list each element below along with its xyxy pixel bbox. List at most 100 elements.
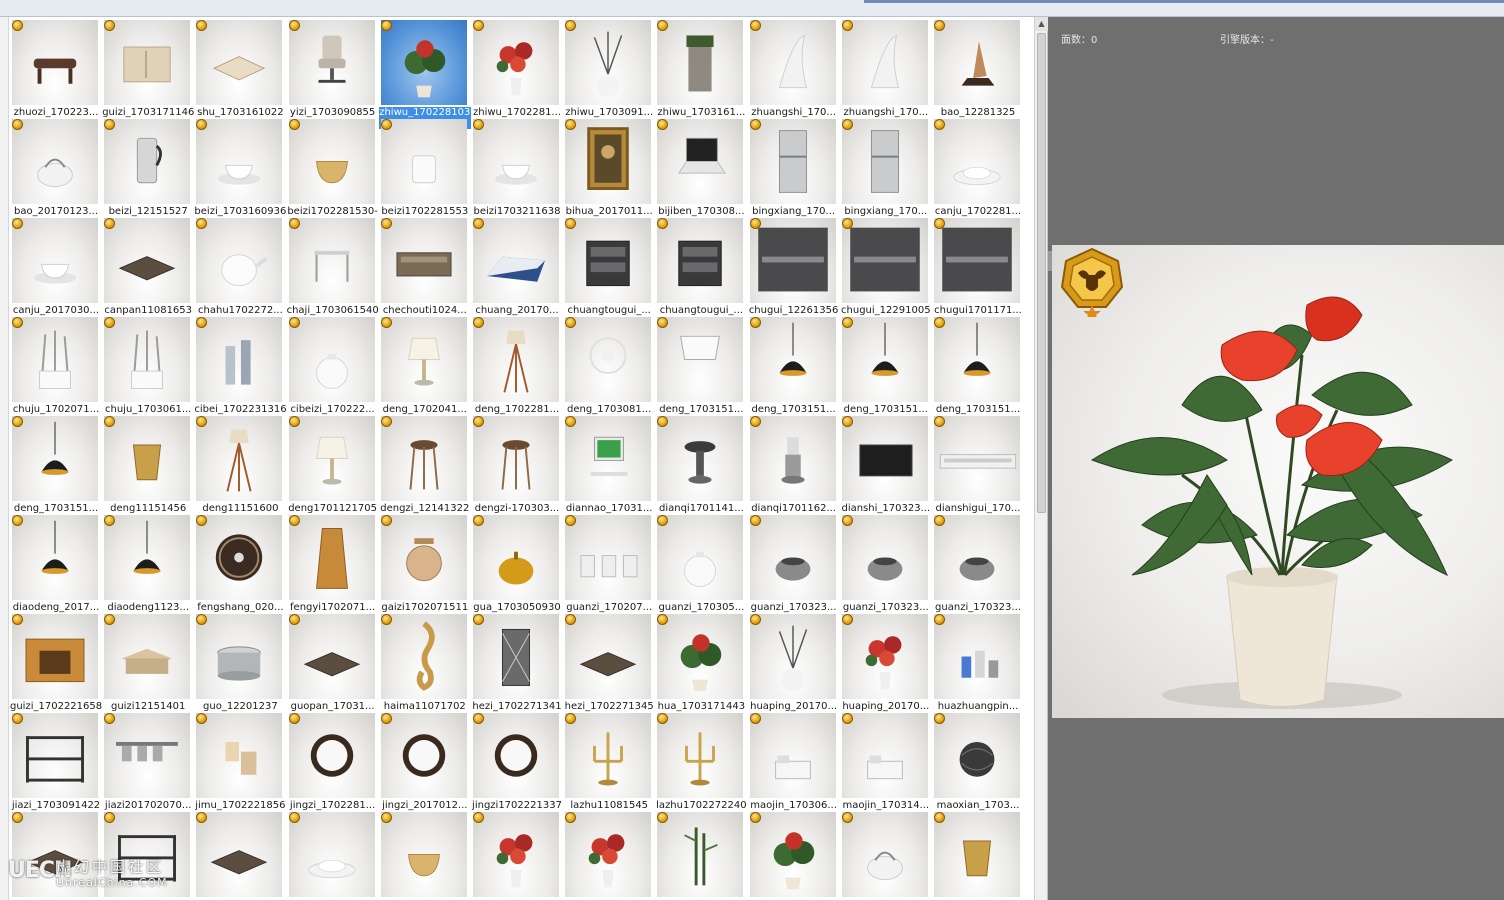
asset-tile[interactable]: yizi_1703090855 xyxy=(287,18,379,118)
asset-thumbnail[interactable] xyxy=(380,317,467,402)
asset-thumbnail[interactable] xyxy=(657,812,744,897)
asset-thumbnail[interactable] xyxy=(12,515,98,600)
asset-tile[interactable]: zhuangshi_170... xyxy=(840,18,932,118)
asset-thumbnail[interactable] xyxy=(657,20,744,105)
asset-thumbnail[interactable] xyxy=(841,317,928,402)
asset-tile[interactable]: zhiwu_1703091... xyxy=(563,18,655,118)
asset-tile[interactable]: guanzi_170323... xyxy=(840,513,932,613)
asset-thumbnail[interactable] xyxy=(473,20,559,105)
asset-tile[interactable]: zhuozi_170223... xyxy=(10,18,102,118)
asset-thumbnail[interactable] xyxy=(841,713,928,798)
asset-tile[interactable]: cibei_1702231316 xyxy=(194,315,286,415)
asset-tile[interactable]: deng_1703151... xyxy=(10,414,102,514)
asset-tile[interactable]: jiazi201702070... xyxy=(102,711,194,811)
asset-tile[interactable]: dengzi-170303... xyxy=(471,414,563,514)
asset-thumbnail[interactable] xyxy=(380,713,467,798)
asset-thumbnail[interactable] xyxy=(473,614,559,699)
asset-thumbnail[interactable] xyxy=(104,119,191,204)
asset-thumbnail[interactable] xyxy=(473,812,559,897)
asset-thumbnail[interactable] xyxy=(565,20,652,105)
asset-thumbnail[interactable] xyxy=(749,218,836,303)
asset-thumbnail[interactable] xyxy=(749,317,836,402)
asset-thumbnail[interactable] xyxy=(473,119,559,204)
asset-thumbnail[interactable] xyxy=(288,317,375,402)
asset-thumbnail[interactable] xyxy=(380,20,467,105)
asset-thumbnail[interactable] xyxy=(12,119,98,204)
asset-thumbnail[interactable] xyxy=(749,812,836,897)
asset-thumbnail[interactable] xyxy=(288,713,375,798)
asset-thumbnail[interactable] xyxy=(380,119,467,204)
asset-thumbnail[interactable] xyxy=(288,218,375,303)
asset-tile[interactable]: guanzi_170323... xyxy=(932,513,1024,613)
asset-tile[interactable]: diannao_17031... xyxy=(563,414,655,514)
asset-thumbnail[interactable] xyxy=(104,515,191,600)
asset-tile[interactable]: huaping_20170... xyxy=(748,612,840,712)
asset-thumbnail[interactable] xyxy=(104,713,191,798)
asset-thumbnail[interactable] xyxy=(196,416,283,501)
asset-thumbnail[interactable] xyxy=(934,713,1020,798)
asset-thumbnail[interactable] xyxy=(565,515,652,600)
asset-tile[interactable]: deng_1703151... xyxy=(840,315,932,415)
asset-thumbnail[interactable] xyxy=(288,812,375,897)
asset-thumbnail[interactable] xyxy=(565,317,652,402)
asset-thumbnail[interactable] xyxy=(749,20,836,105)
asset-thumbnail[interactable] xyxy=(749,515,836,600)
asset-thumbnail[interactable] xyxy=(657,614,744,699)
asset-thumbnail[interactable] xyxy=(749,119,836,204)
asset-tile[interactable]: dianshi_170323... xyxy=(840,414,932,514)
asset-thumbnail[interactable] xyxy=(288,416,375,501)
asset-thumbnail[interactable] xyxy=(12,218,98,303)
asset-tile[interactable]: guizi_1702221658 xyxy=(10,612,102,712)
asset-thumbnail[interactable] xyxy=(657,218,744,303)
asset-thumbnail[interactable] xyxy=(473,317,559,402)
asset-thumbnail[interactable] xyxy=(380,614,467,699)
asset-thumbnail[interactable] xyxy=(841,218,928,303)
asset-tile[interactable]: jimu_1702221856 xyxy=(194,711,286,811)
asset-tile[interactable]: zhuangshi_170... xyxy=(748,18,840,118)
asset-tile[interactable]: gua_1703050930 xyxy=(471,513,563,613)
asset-thumbnail[interactable] xyxy=(565,713,652,798)
asset-tile[interactable] xyxy=(379,810,471,900)
asset-thumbnail[interactable] xyxy=(473,416,559,501)
asset-thumbnail[interactable] xyxy=(196,614,283,699)
asset-thumbnail[interactable] xyxy=(473,218,559,303)
asset-tile[interactable]: beizi_1703160936 xyxy=(194,117,286,217)
asset-thumbnail[interactable] xyxy=(934,515,1020,600)
asset-tile[interactable]: dianqi1701162... xyxy=(748,414,840,514)
asset-thumbnail[interactable] xyxy=(565,218,652,303)
asset-tile[interactable]: cibeizi_170222... xyxy=(287,315,379,415)
asset-thumbnail[interactable] xyxy=(841,812,928,897)
asset-thumbnail[interactable] xyxy=(196,317,283,402)
asset-tile[interactable]: deng_1703151... xyxy=(748,315,840,415)
asset-thumbnail[interactable] xyxy=(934,317,1020,402)
asset-tile[interactable]: guanzi_170305... xyxy=(655,513,747,613)
asset-tile[interactable]: bao_12281325 xyxy=(932,18,1024,118)
asset-tile[interactable]: beizi1703211638 xyxy=(471,117,563,217)
asset-tile[interactable]: dianqi1701141... xyxy=(655,414,747,514)
asset-thumbnail[interactable] xyxy=(841,119,928,204)
asset-thumbnail[interactable] xyxy=(749,713,836,798)
asset-thumbnail[interactable] xyxy=(380,812,467,897)
asset-thumbnail[interactable] xyxy=(12,416,98,501)
asset-thumbnail[interactable] xyxy=(749,614,836,699)
asset-thumbnail[interactable] xyxy=(288,20,375,105)
asset-tile[interactable]: canju_2017030... xyxy=(10,216,102,316)
asset-tile[interactable]: chugui1701171... xyxy=(932,216,1024,316)
asset-tile[interactable]: guanzi_170207... xyxy=(563,513,655,613)
asset-thumbnail[interactable] xyxy=(565,614,652,699)
asset-tile[interactable]: diaodeng1123... xyxy=(102,513,194,613)
asset-thumbnail[interactable] xyxy=(196,119,283,204)
asset-thumbnail[interactable] xyxy=(657,713,744,798)
asset-thumbnail[interactable] xyxy=(657,119,744,204)
asset-tile[interactable]: dianshigui_170... xyxy=(932,414,1024,514)
asset-tile[interactable]: deng_1702041... xyxy=(379,315,471,415)
asset-thumbnail[interactable] xyxy=(104,317,191,402)
asset-tile[interactable] xyxy=(840,810,932,900)
asset-thumbnail[interactable] xyxy=(104,218,191,303)
asset-tile[interactable]: jingzi_1702281... xyxy=(287,711,379,811)
asset-tile[interactable]: zhiwu_1702281037 xyxy=(378,18,471,129)
asset-tile[interactable]: bingxiang_170... xyxy=(840,117,932,217)
asset-tile[interactable]: zhiwu_1703161... xyxy=(655,18,747,118)
asset-tile[interactable]: jingzi1702221337 xyxy=(471,711,563,811)
asset-thumbnail[interactable] xyxy=(196,20,283,105)
